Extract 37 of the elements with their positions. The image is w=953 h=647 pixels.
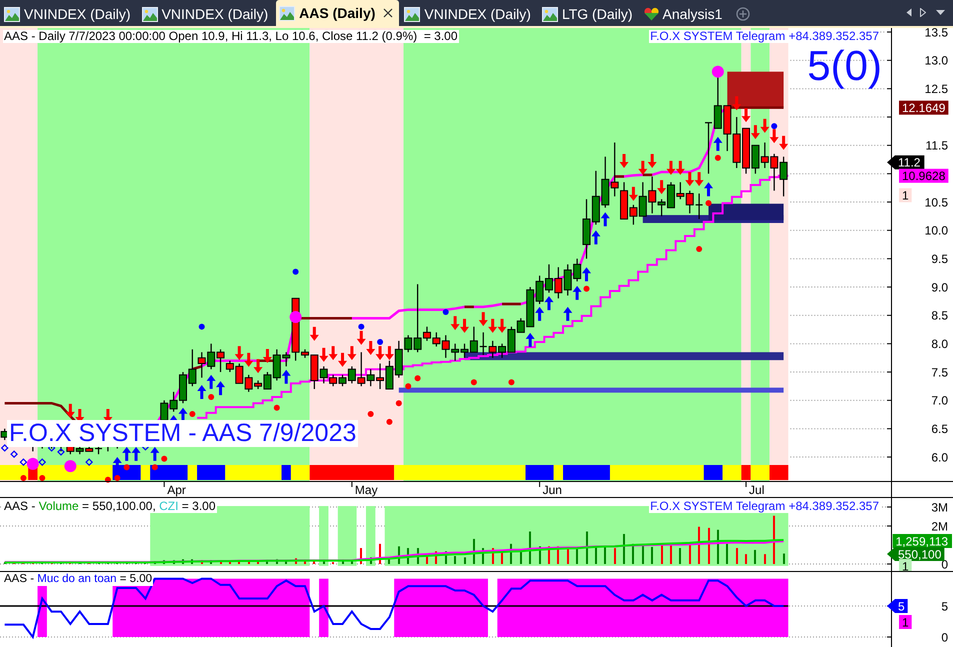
axis-label: 13.0 xyxy=(924,54,948,68)
value-tag: 550,100 xyxy=(887,547,944,562)
axis-label: 2M xyxy=(931,519,948,534)
axis-label: 13.5 xyxy=(924,25,948,40)
axis-label: 9.0 xyxy=(931,280,948,294)
axis-label: 11.5 xyxy=(926,138,948,153)
signal-value: 5(0) xyxy=(807,44,882,88)
axis-label: 10.5 xyxy=(924,195,948,210)
chart-title: AAS - Volume = 550,100.00, CZI = 3.00 xyxy=(3,500,216,513)
price-tag: 1 xyxy=(899,188,912,203)
value-tag: 1,259,113 xyxy=(892,534,952,548)
month-label: Jun xyxy=(542,483,562,497)
axis-label: 3M xyxy=(931,500,948,514)
axis-label: 6.5 xyxy=(931,422,948,436)
axis-label: 7.0 xyxy=(931,394,948,408)
price-tag: 12.1649 xyxy=(899,100,948,115)
axis-label: 7.5 xyxy=(931,365,948,380)
contact-text: F.O.X SYSTEM Telegram +84.389.352.357 xyxy=(649,500,880,513)
axis-label: 12.5 xyxy=(924,82,948,96)
month-label: Apr xyxy=(167,483,186,497)
axis-label: 9.5 xyxy=(931,252,948,266)
month-label: Jul xyxy=(749,483,764,497)
chart-caption: F.O.X SYSTEM - AAS 7/9/2023 xyxy=(7,420,358,447)
axis-label: 0 xyxy=(941,630,948,644)
axis-label: 8.0 xyxy=(931,337,948,351)
value-tag: 5 xyxy=(887,599,908,614)
axis-label: 10.0 xyxy=(924,224,948,238)
price-tag: 11.2 xyxy=(887,155,924,170)
contact-text: F.O.X SYSTEM Telegram +84.389.352.357 xyxy=(649,30,880,43)
value-tag: 1 xyxy=(899,615,912,630)
chart-title: AAS - Daily 7/7/2023 00:00:00 Open 10.9, Hi 11.3, Lo 10.6, Close 11.2 (0.9%) = 3.00 xyxy=(3,30,459,43)
price-tag: 10.9628 xyxy=(899,168,948,184)
axis-label: 8.5 xyxy=(931,308,948,323)
axis-label: 6.0 xyxy=(931,450,948,464)
axis-label: 5 xyxy=(941,599,948,614)
chart-title: AAS - Muc do an toan = 5.00 xyxy=(3,573,154,586)
month-label: May xyxy=(354,483,378,497)
